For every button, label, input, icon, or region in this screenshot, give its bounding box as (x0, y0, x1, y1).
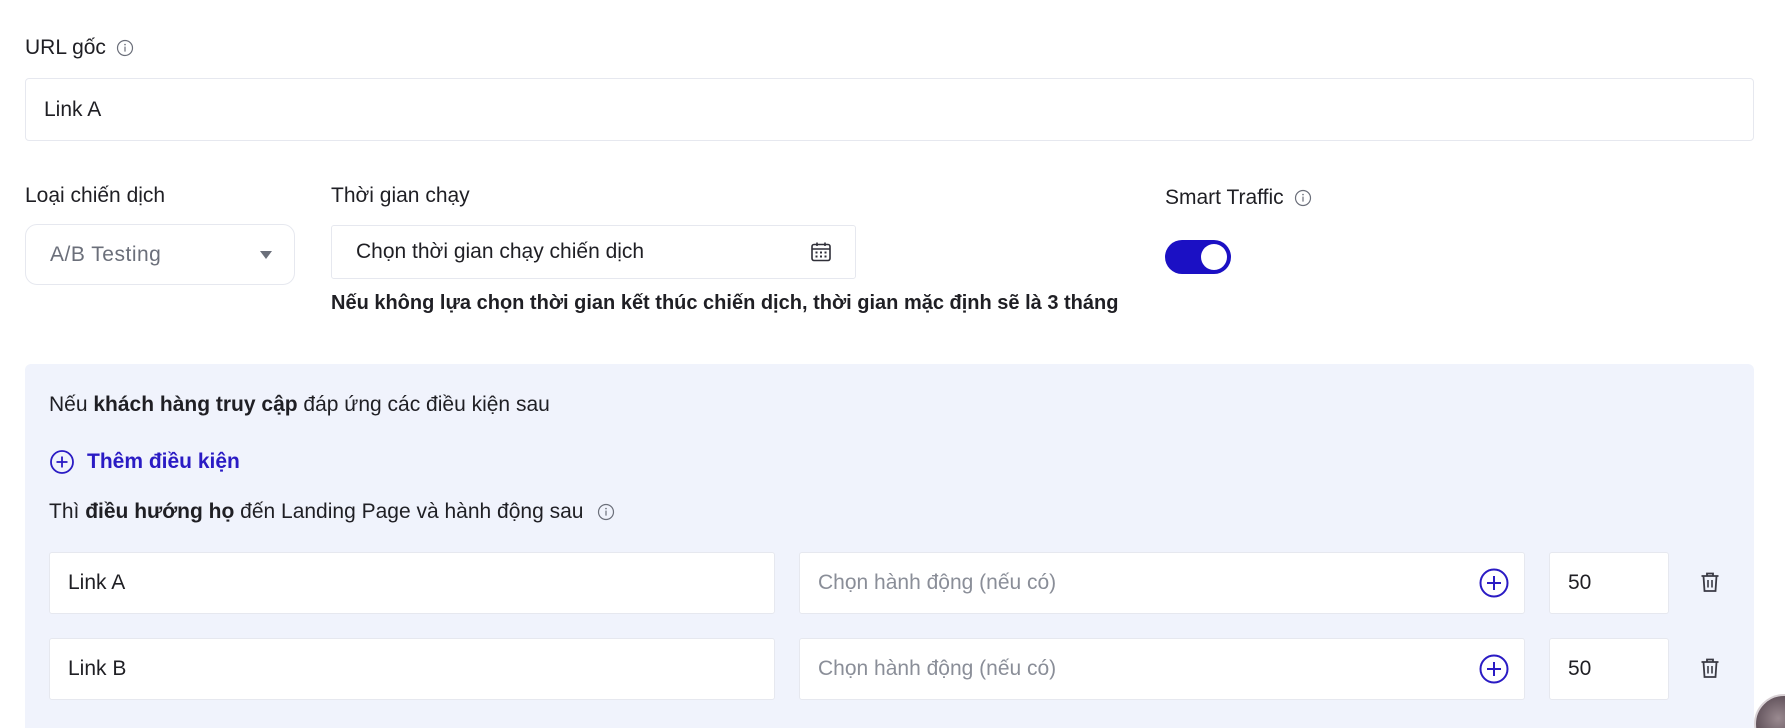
run-time-placeholder: Chọn thời gian chạy chiến dịch (356, 240, 645, 263)
smart-traffic-label-text: Smart Traffic (1165, 186, 1284, 209)
redirect-text: Thì điều hướng họ đến Landing Page và hà… (49, 500, 583, 524)
percent-value: 50 (1568, 657, 1592, 680)
run-time-label-text: Thời gian chạy (331, 184, 470, 207)
add-condition-button[interactable]: Thêm điều kiện (49, 449, 240, 475)
smart-traffic-toggle[interactable] (1165, 240, 1231, 274)
trash-icon[interactable] (1698, 570, 1722, 594)
campaign-type-select[interactable]: A/B Testing (25, 224, 295, 285)
url-input[interactable]: Link A (25, 78, 1754, 141)
url-label: URL gốc (25, 36, 134, 60)
condition-prefix: Nếu (49, 393, 94, 416)
landing-page-input[interactable]: Link A (49, 552, 775, 614)
then-bold: điều hướng họ (85, 500, 235, 523)
redirect-description: Thì điều hướng họ đến Landing Page và hà… (49, 500, 615, 524)
campaign-type-value: A/B Testing (50, 242, 162, 266)
then-prefix: Thì (49, 500, 86, 523)
action-placeholder: Chọn hành động (nếu có) (818, 657, 1057, 680)
calendar-icon[interactable] (809, 240, 833, 264)
landing-page-value: Link A (68, 571, 126, 594)
info-icon[interactable] (597, 503, 615, 521)
info-icon[interactable] (1294, 189, 1312, 207)
action-select[interactable]: Chọn hành động (nếu có) (799, 638, 1525, 700)
campaign-type-label-text: Loại chiến dịch (25, 184, 166, 207)
then-suffix: đến Landing Page và hành động sau (234, 500, 584, 523)
landing-page-value: Link B (68, 657, 127, 680)
caret-down-icon (260, 250, 272, 259)
action-placeholder: Chọn hành động (nếu có) (818, 571, 1057, 594)
smart-traffic-label: Smart Traffic (1165, 186, 1312, 210)
condition-description: Nếu khách hàng truy cập đáp ứng các điều… (49, 393, 550, 417)
trash-icon[interactable] (1698, 656, 1722, 680)
url-input-value: Link A (44, 97, 102, 121)
condition-bold: khách hàng truy cập (93, 393, 298, 416)
action-select[interactable]: Chọn hành động (nếu có) (799, 552, 1525, 614)
condition-suffix: đáp ứng các điều kiện sau (297, 393, 550, 416)
run-time-note: Nếu không lựa chọn thời gian kết thúc ch… (331, 292, 1119, 314)
percent-input[interactable]: 50 (1549, 638, 1669, 700)
run-time-input[interactable]: Chọn thời gian chạy chiến dịch (331, 225, 856, 279)
percent-input[interactable]: 50 (1549, 552, 1669, 614)
add-condition-label: Thêm điều kiện (87, 450, 240, 473)
campaign-type-label: Loại chiến dịch (25, 184, 165, 208)
url-label-text: URL gốc (25, 36, 106, 59)
info-icon[interactable] (116, 39, 134, 57)
plus-circle-icon[interactable] (1478, 567, 1510, 599)
toggle-knob (1201, 244, 1227, 270)
plus-circle-icon (49, 449, 75, 475)
campaign-form: URL gốc Link A Loại chiến dịch A/B Testi… (0, 0, 1785, 728)
run-time-label: Thời gian chạy (331, 184, 470, 208)
percent-value: 50 (1568, 571, 1592, 594)
avatar[interactable] (1754, 694, 1785, 728)
plus-circle-icon[interactable] (1478, 653, 1510, 685)
landing-page-input[interactable]: Link B (49, 638, 775, 700)
